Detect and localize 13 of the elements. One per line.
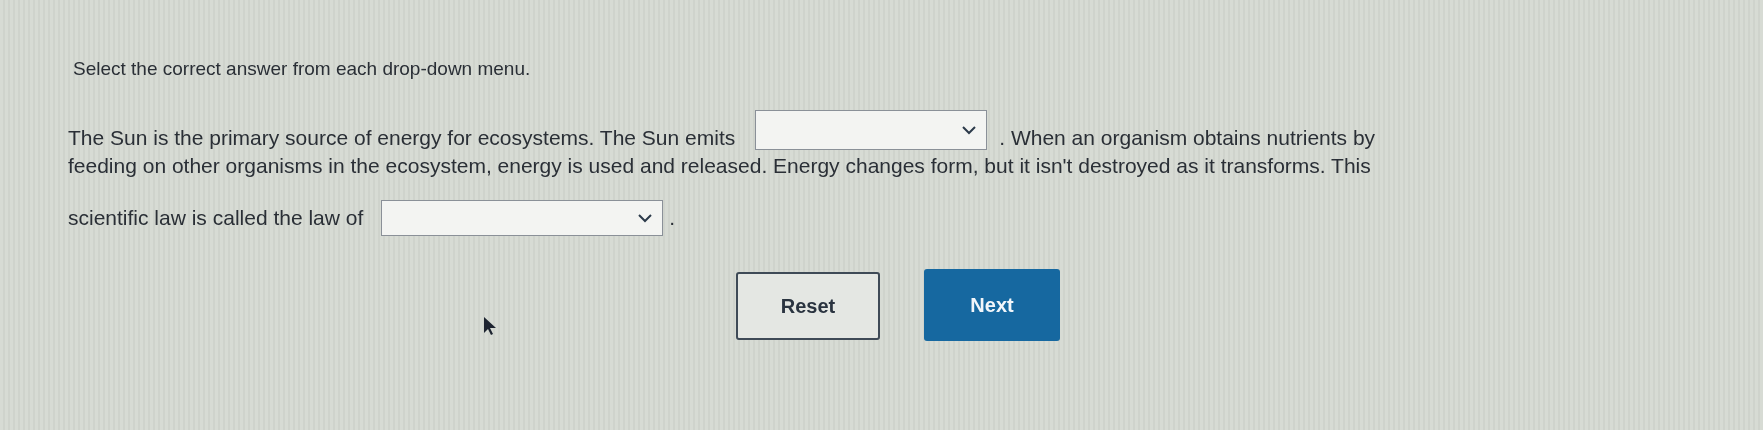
passage-text: The Sun is the primary source of energy for ecosystems. The Sun emits	[68, 126, 736, 150]
answer-dropdown[interactable]	[381, 200, 664, 236]
next-button[interactable]: Next	[924, 269, 1060, 341]
chevron-icon	[962, 125, 977, 135]
chevron-icon	[638, 213, 653, 223]
answer-dropdown[interactable]	[755, 110, 988, 150]
passage-text: scientific law is called the law of	[68, 206, 364, 230]
cursor-icon	[483, 316, 497, 336]
instruction-text: Select the correct answer from each drop-down menu.	[73, 58, 532, 80]
reset-button[interactable]: Reset	[736, 272, 880, 340]
passage-text: .	[669, 206, 676, 230]
passage-text: . When an organism obtains nutrients by	[999, 126, 1376, 150]
passage-text: feeding on other organisms in the ecosystem, energy is used and released. Energy changes form, but it isn't destroyed as it transforms. This	[68, 154, 1371, 178]
